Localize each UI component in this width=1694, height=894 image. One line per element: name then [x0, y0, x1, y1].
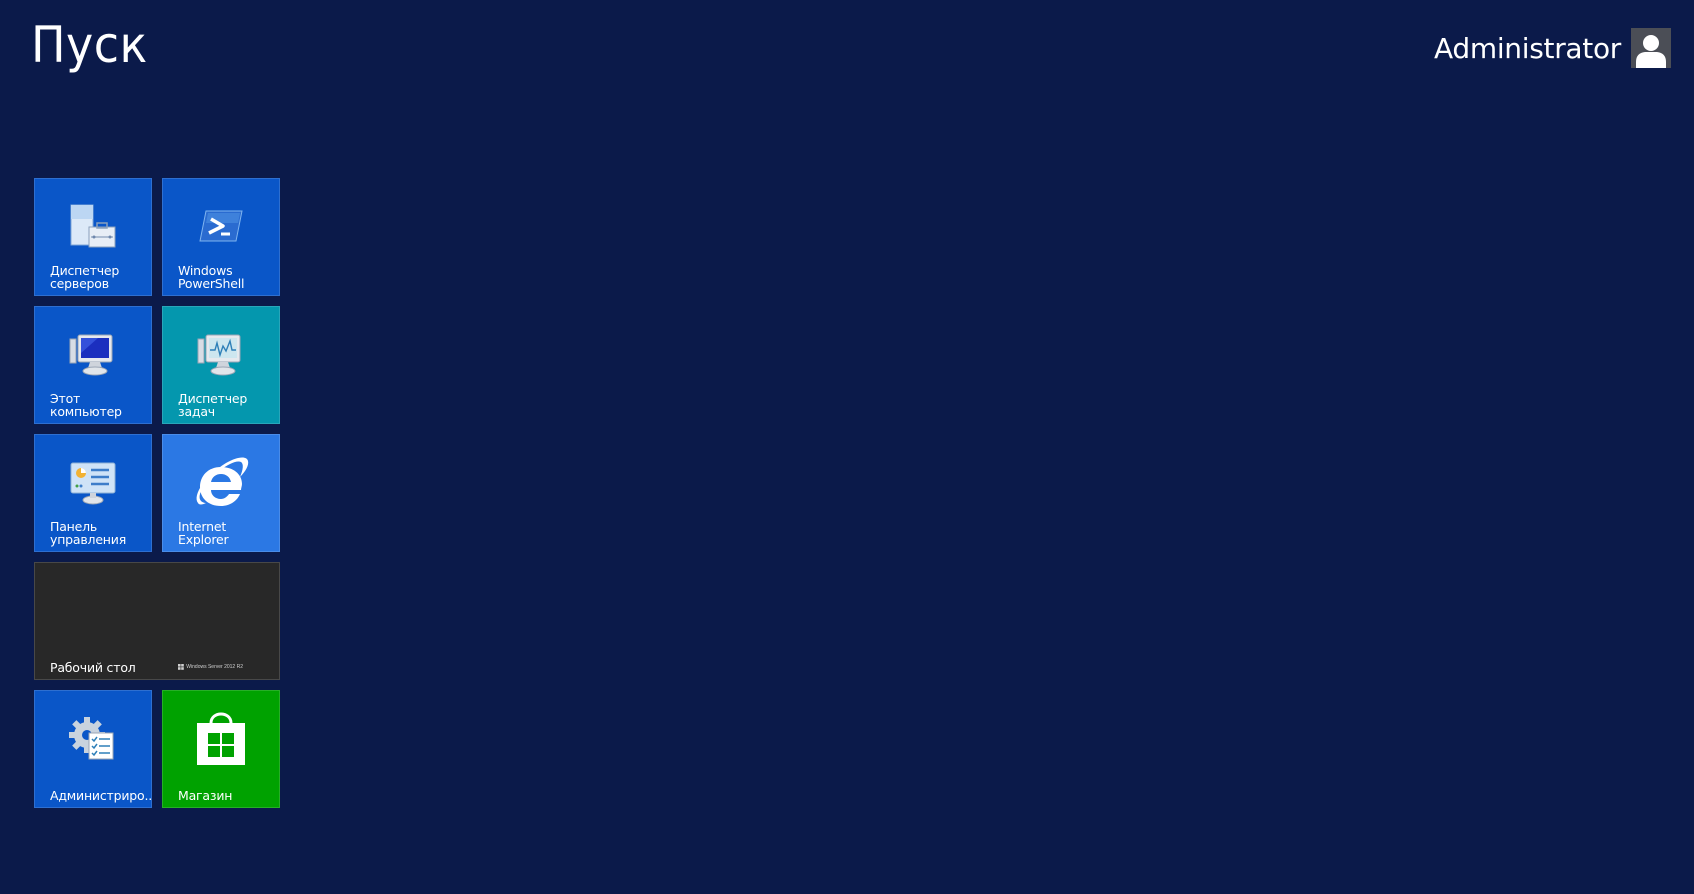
tile-admin-tools[interactable]: Администриро... — [34, 690, 152, 808]
tile-label: Магазин — [178, 788, 233, 803]
tile-label: Windows PowerShell — [178, 263, 245, 291]
tile-label: Рабочий стол — [50, 660, 136, 675]
tile-store[interactable]: Магазин — [162, 690, 280, 808]
tile-this-pc[interactable]: Этот компьютер — [34, 306, 152, 424]
tile-label: Панель управления — [50, 519, 127, 547]
tile-internet-explorer[interactable]: Internet Explorer — [162, 434, 280, 552]
user-avatar-icon — [1631, 28, 1671, 68]
internet-explorer-icon — [192, 455, 250, 516]
tile-powershell[interactable]: Windows PowerShell — [162, 178, 280, 296]
tile-label: Диспетчер серверов — [50, 263, 120, 291]
start-screen-title: Пуск — [31, 16, 148, 74]
tile-server-manager[interactable]: Диспетчер серверов — [34, 178, 152, 296]
task-manager-icon — [196, 331, 246, 382]
computer-icon — [68, 331, 118, 382]
tile-control-panel[interactable]: Панель управления — [34, 434, 152, 552]
tile-label: Internet Explorer — [178, 519, 229, 547]
powershell-icon — [196, 203, 246, 252]
user-account-button[interactable]: Administrator — [1434, 28, 1671, 68]
control-panel-icon — [67, 459, 119, 510]
server-manager-icon — [67, 203, 119, 256]
tile-task-manager[interactable]: Диспетчер задач — [162, 306, 280, 424]
tile-label: Диспетчер задач — [178, 391, 248, 419]
tile-label: Администриро... — [50, 788, 152, 803]
user-name: Administrator — [1434, 31, 1621, 65]
store-icon — [191, 705, 251, 774]
tile-desktop[interactable]: Windows Server 2012 R2 Рабочий стол — [34, 562, 280, 680]
tile-label: Этот компьютер — [50, 391, 122, 419]
admin-tools-icon — [67, 715, 119, 768]
